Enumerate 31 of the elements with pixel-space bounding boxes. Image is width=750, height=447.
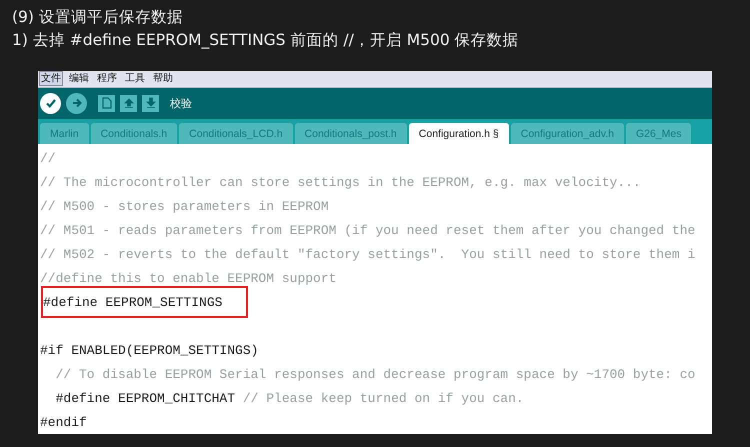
document-icon <box>102 97 112 110</box>
code-comment: //define this to enable EEPROM support <box>40 270 336 286</box>
menu-item[interactable]: 程序 <box>95 71 119 86</box>
verify-button[interactable] <box>40 92 61 114</box>
open-button[interactable] <box>120 94 137 112</box>
code-text: #if ENABLED(EEPROM_SETTINGS) <box>40 342 258 358</box>
check-icon <box>44 97 56 110</box>
file-tab[interactable]: Configuration.h § <box>408 123 509 144</box>
code-comment: // <box>40 150 56 166</box>
arrow-right-icon <box>70 97 82 110</box>
code-comment: // M501 - reads parameters from EEPROM (if you need reset them after you changed the <box>40 222 696 238</box>
code-text: #define EEPROM_SETTINGS <box>43 294 222 310</box>
upload-button[interactable] <box>66 92 87 114</box>
new-button[interactable] <box>98 94 115 112</box>
arrow-up-icon <box>124 97 134 110</box>
code-comment: // To disable EEPROM Serial responses and decrease program space by ~1700 byte: co <box>54 366 696 382</box>
code-text: #endif <box>40 414 87 430</box>
menu-item[interactable]: 编辑 <box>67 71 91 86</box>
code-comment: // M502 - reverts to the default "factory settings". You still need to store them i <box>40 246 696 262</box>
menu-item[interactable]: 帮助 <box>151 71 175 86</box>
toolbar-hint: 校验 <box>170 96 192 111</box>
save-button[interactable] <box>142 94 159 112</box>
heading-line: (9) 设置调平后保存数据 <box>12 7 184 28</box>
code-comment: // Please keep turned on if you can. <box>242 390 524 406</box>
code-comment: // M500 - stores parameters in EEPROM <box>40 198 329 214</box>
code-text: #define EEPROM_CHITCHAT <box>54 390 236 406</box>
code-comment: // The microcontroller can store settings in the EEPROM, e.g. max velocity... <box>40 174 641 190</box>
menu-item[interactable]: 文件 <box>39 71 63 86</box>
arrow-down-icon <box>146 97 156 110</box>
heading-line: 1) 去掉 #define EEPROM_SETTINGS 前面的 //，开启 M500 保存数据 <box>12 30 520 51</box>
menu-item[interactable]: 工具 <box>123 71 147 86</box>
